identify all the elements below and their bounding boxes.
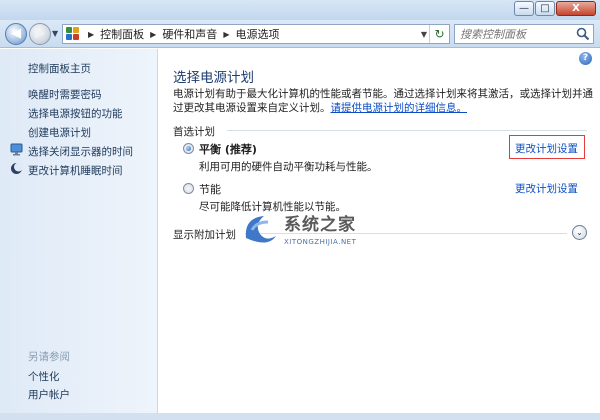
search-box[interactable]: [454, 24, 594, 44]
chevron-down-icon[interactable]: ⌄: [572, 225, 587, 240]
sidebar-item-control-panel-home[interactable]: 控制面板主页: [28, 61, 91, 76]
preferred-plans-heading: 首选计划: [173, 126, 215, 138]
minimize-button[interactable]: —: [514, 1, 534, 16]
breadcrumb-separator-icon[interactable]: ▶: [223, 30, 229, 39]
sidebar-item-user-accounts[interactable]: 用户帐户: [28, 387, 70, 402]
more-info-link[interactable]: 请提供电源计划的详细信息。: [331, 102, 468, 114]
search-input[interactable]: [455, 25, 573, 43]
help-icon[interactable]: ?: [579, 52, 592, 65]
sidebar-item-create-plan[interactable]: 创建电源计划: [28, 125, 91, 140]
sidebar: 控制面板主页 唤醒时需要密码 选择电源按钮的功能 创建电源计划 选择关闭显示器的…: [0, 49, 158, 420]
breadcrumb-hardware-sound[interactable]: 硬件和声音: [162, 26, 217, 42]
watermark: 系统之家 XITONGZHIJIA.NET: [240, 206, 390, 260]
refresh-icon[interactable]: ↻: [429, 25, 449, 43]
divider: [227, 130, 587, 131]
show-additional-plans[interactable]: 显示附加计划: [173, 227, 236, 242]
monitor-icon: [10, 143, 23, 156]
watermark-subtext: XITONGZHIJIA.NET: [284, 238, 357, 246]
forward-button[interactable]: ▶: [29, 23, 51, 45]
navigation-bar: ◀ ▶ ▼ ▶ 控制面板 ▶ 硬件和声音 ▶ 电源选项 ▼ ↻: [0, 20, 600, 48]
breadcrumb: ▶ 控制面板 ▶ 硬件和声音 ▶ 电源选项: [82, 26, 279, 42]
sidebar-item-power-button[interactable]: 选择电源按钮的功能: [28, 106, 123, 121]
sidebar-item-display-off-time[interactable]: 选择关闭显示器的时间: [28, 144, 133, 159]
window-title-bar: — □ X: [0, 0, 600, 20]
change-plan-settings-link-power-saver[interactable]: 更改计划设置: [515, 181, 578, 196]
breadcrumb-separator-icon: ▶: [88, 29, 95, 39]
close-button[interactable]: X: [556, 1, 596, 16]
page-title: 选择电源计划: [173, 70, 254, 86]
watermark-text: 系统之家: [284, 215, 356, 235]
breadcrumb-power-options[interactable]: 电源选项: [235, 26, 279, 42]
watermark-logo-icon: [245, 216, 276, 243]
address-dropdown-icon[interactable]: ▼: [421, 30, 427, 39]
moon-icon: [11, 162, 23, 174]
plan-balanced-description: 利用可用的硬件自动平衡功耗与性能。: [199, 161, 378, 173]
recent-pages-dropdown[interactable]: ▼: [52, 29, 58, 38]
plan-power-saver-radio[interactable]: [183, 183, 194, 194]
sidebar-item-personalization[interactable]: 个性化: [28, 369, 60, 384]
control-panel-icon: [66, 27, 82, 41]
sidebar-item-sleep-time[interactable]: 更改计算机睡眠时间: [28, 163, 123, 178]
back-button[interactable]: ◀: [5, 23, 27, 45]
window-controls: — □ X: [513, 1, 596, 16]
forward-arrow-icon: ▶: [35, 26, 45, 41]
sidebar-item-wake-password[interactable]: 唤醒时需要密码: [28, 87, 102, 102]
search-icon[interactable]: [576, 27, 590, 41]
bottom-border: [0, 413, 600, 420]
plan-balanced-radio[interactable]: [183, 143, 194, 154]
change-plan-settings-link-balanced[interactable]: 更改计划设置: [515, 141, 578, 156]
maximize-button[interactable]: □: [535, 1, 555, 16]
page-description: 电源计划有助于最大化计算机的性能或者节能。通过选择计划来将其激活，或选择计划并通…: [173, 87, 593, 115]
breadcrumb-separator-icon[interactable]: ▶: [150, 30, 156, 39]
plan-balanced-name[interactable]: 平衡 (推荐): [199, 141, 257, 157]
back-arrow-icon: ◀: [11, 26, 21, 41]
see-also-heading: 另请参阅: [28, 351, 70, 363]
address-bar[interactable]: ▶ 控制面板 ▶ 硬件和声音 ▶ 电源选项 ▼ ↻: [62, 24, 450, 44]
plan-power-saver-name[interactable]: 节能: [199, 181, 221, 197]
breadcrumb-control-panel[interactable]: 控制面板: [100, 26, 144, 42]
